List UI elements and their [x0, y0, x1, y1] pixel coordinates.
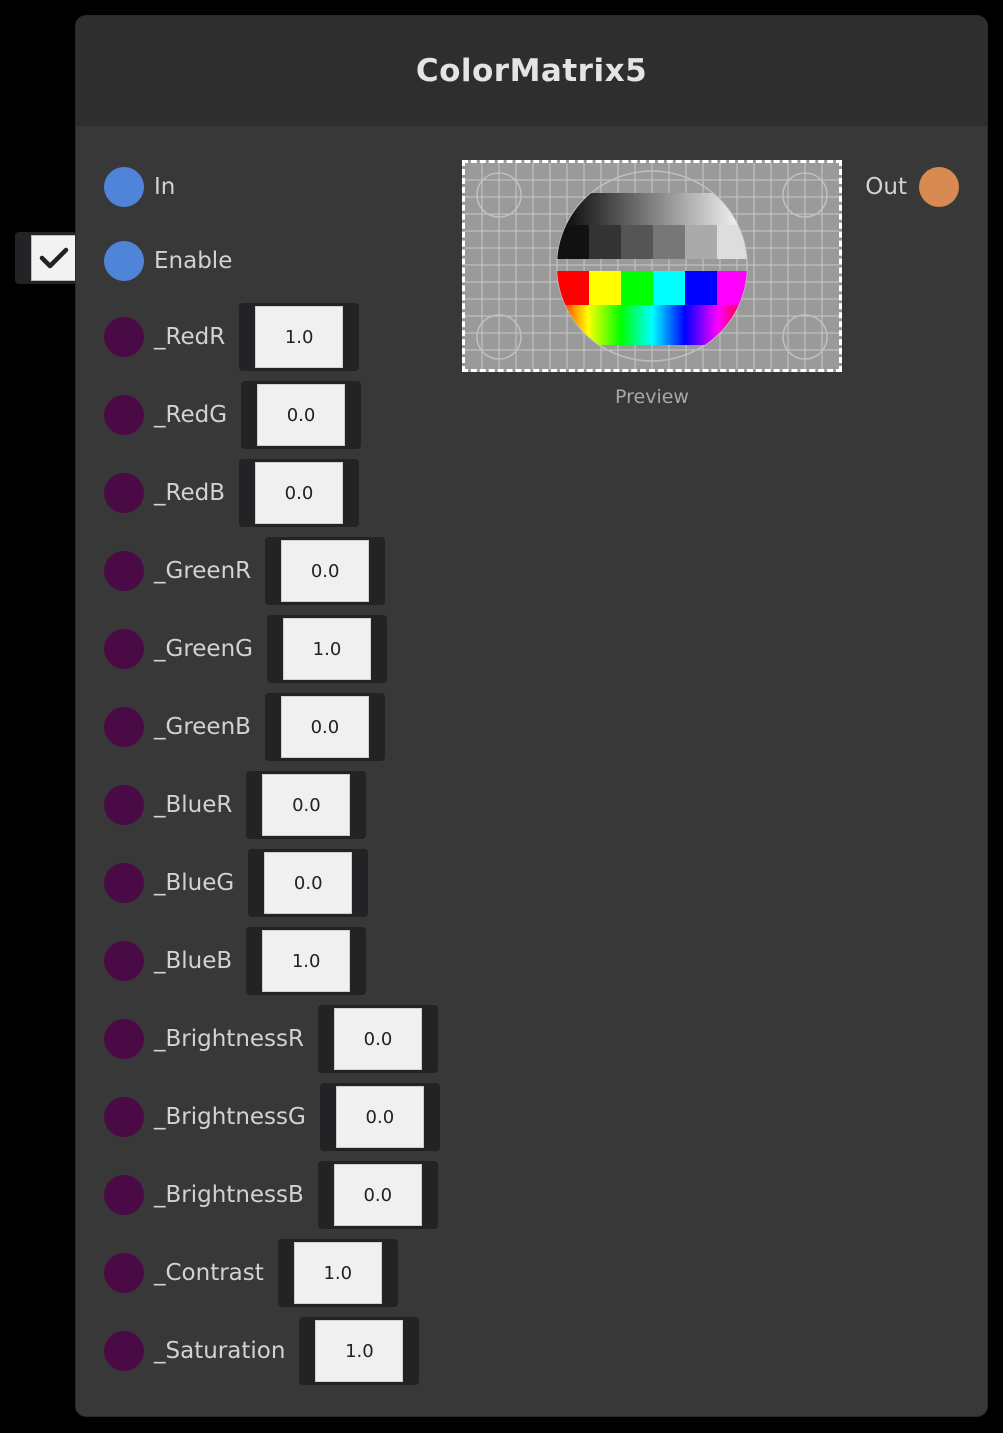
param-field-wrapper: 1.0 — [277, 1239, 398, 1307]
param-field-wrapper: 1.0 — [239, 303, 360, 371]
param-row: _BlueG 0.0 — [104, 849, 369, 917]
param-field-wrapper: 0.0 — [319, 1083, 440, 1151]
param-row: _Saturation 1.0 — [104, 1317, 420, 1385]
param-field-wrapper: 0.0 — [318, 1005, 438, 1073]
param-label: _RedR — [154, 324, 226, 350]
param-port[interactable] — [104, 551, 144, 591]
param-row: _BrightnessB 0.0 — [104, 1161, 438, 1229]
param-port[interactable] — [104, 395, 144, 435]
check-icon — [39, 247, 69, 269]
preview-label: Preview — [615, 386, 689, 408]
param-label: _GreenR — [154, 558, 252, 584]
node-title: ColorMatrix5 — [415, 53, 648, 89]
param-port[interactable] — [104, 1019, 144, 1059]
param-label: _BrightnessB — [154, 1182, 304, 1208]
param-label: _GreenG — [154, 636, 253, 662]
param-value-field[interactable]: 0.0 — [280, 696, 369, 758]
output-port-label: Out — [865, 174, 907, 200]
param-field-wrapper: 0.0 — [317, 1161, 438, 1229]
param-field-wrapper: 1.0 — [266, 615, 387, 683]
param-port[interactable] — [104, 1097, 144, 1137]
param-port[interactable] — [104, 1331, 144, 1371]
input-port-enable[interactable] — [104, 241, 144, 281]
param-value-field[interactable]: 0.0 — [333, 1164, 422, 1226]
param-label: _RedG — [154, 402, 228, 428]
input-port-label-in: In — [154, 174, 176, 200]
input-port-row-enable: Enable — [104, 239, 232, 283]
param-label: _RedB — [154, 480, 225, 506]
param-row: _RedR 1.0 — [104, 303, 360, 371]
node-header[interactable]: ColorMatrix5 — [76, 16, 987, 126]
param-field-wrapper: 1.0 — [246, 927, 367, 995]
param-port[interactable] — [104, 707, 144, 747]
param-label: _BlueR — [154, 792, 233, 818]
param-label: _BrightnessR — [154, 1026, 304, 1052]
param-field-wrapper: 0.0 — [238, 459, 359, 527]
param-value-field[interactable]: 0.0 — [262, 774, 351, 836]
param-row: _RedG 0.0 — [104, 381, 362, 449]
param-field-wrapper: 0.0 — [241, 381, 362, 449]
enable-checkbox[interactable] — [31, 235, 77, 281]
param-row: _GreenG 1.0 — [104, 615, 387, 683]
param-field-wrapper: 1.0 — [299, 1317, 420, 1385]
param-label: _GreenB — [154, 714, 251, 740]
param-field-wrapper: 0.0 — [264, 693, 385, 761]
param-row: _BrightnessG 0.0 — [104, 1083, 440, 1151]
param-label: _BlueB — [154, 948, 233, 974]
param-label: _Saturation — [154, 1338, 286, 1364]
param-row: _BlueB 1.0 — [104, 927, 367, 995]
param-port[interactable] — [104, 629, 144, 669]
param-port[interactable] — [104, 1253, 144, 1293]
param-row: _BrightnessR 0.0 — [104, 1005, 438, 1073]
input-port-row-in: In — [104, 165, 175, 209]
param-value-field[interactable]: 1.0 — [255, 306, 344, 368]
param-port[interactable] — [104, 1175, 144, 1215]
param-field-wrapper: 0.0 — [248, 849, 369, 917]
param-port[interactable] — [104, 473, 144, 513]
param-value-field[interactable]: 1.0 — [315, 1320, 404, 1382]
param-port[interactable] — [104, 317, 144, 357]
input-port-in[interactable] — [104, 167, 144, 207]
param-value-field[interactable]: 1.0 — [282, 618, 371, 680]
param-value-field[interactable]: 0.0 — [334, 1008, 422, 1070]
output-port-row: Out — [865, 165, 959, 209]
param-row: _GreenR 0.0 — [104, 537, 386, 605]
color-matrix-node[interactable]: ColorMatrix5 In Enable _RedR 1.0 _RedG 0… — [76, 16, 987, 1416]
param-value-field[interactable]: 0.0 — [257, 384, 346, 446]
param-label: _Contrast — [154, 1260, 264, 1286]
param-value-field[interactable]: 0.0 — [264, 852, 353, 914]
param-value-field[interactable]: 1.0 — [262, 930, 351, 992]
param-value-field[interactable]: 1.0 — [293, 1242, 382, 1304]
param-row: _GreenB 0.0 — [104, 693, 385, 761]
output-port-out[interactable] — [919, 167, 959, 207]
preview-image — [462, 160, 842, 372]
param-field-wrapper: 0.0 — [265, 537, 386, 605]
param-row: _BlueR 0.0 — [104, 771, 367, 839]
param-field-wrapper: 0.0 — [246, 771, 367, 839]
param-value-field[interactable]: 0.0 — [254, 462, 343, 524]
param-value-field[interactable]: 0.0 — [335, 1086, 424, 1148]
input-port-label-enable: Enable — [154, 248, 233, 274]
param-row: _Contrast 1.0 — [104, 1239, 398, 1307]
param-label: _BrightnessG — [154, 1104, 306, 1130]
param-row: _RedB 0.0 — [104, 459, 359, 527]
param-port[interactable] — [104, 941, 144, 981]
param-label: _BlueG — [154, 870, 235, 896]
param-value-field[interactable]: 0.0 — [281, 540, 370, 602]
test-pattern-image — [465, 163, 839, 369]
param-port[interactable] — [104, 863, 144, 903]
param-port[interactable] — [104, 785, 144, 825]
